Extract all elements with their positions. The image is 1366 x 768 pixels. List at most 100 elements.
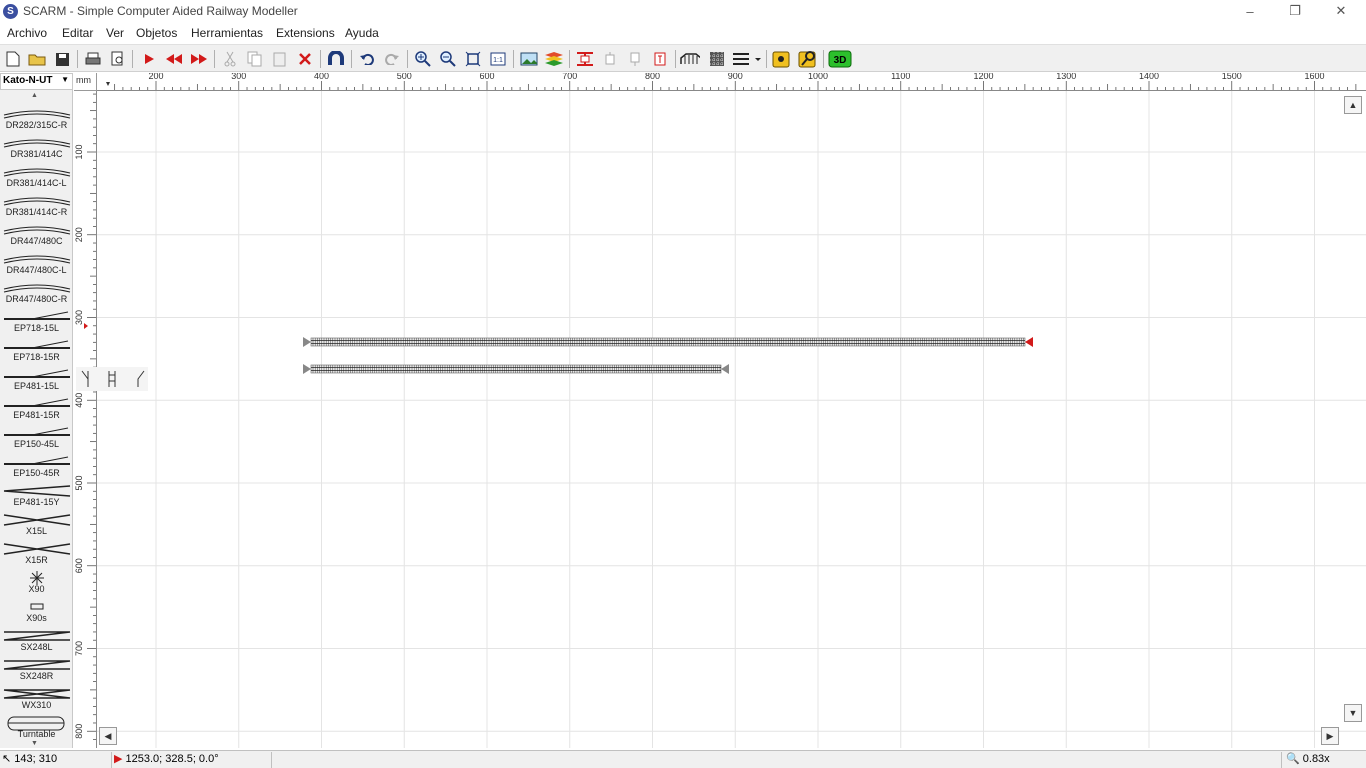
zoom-1to1-icon[interactable]: 1:1 [488,49,508,69]
copy-icon[interactable] [245,49,265,69]
menu-ayuda[interactable]: Ayuda [345,26,379,40]
library-item[interactable]: EP150-45L [0,423,72,452]
library-item[interactable]: SX248L [0,626,72,655]
run-icon[interactable] [139,49,159,69]
library-item[interactable]: EP481-15Y [0,481,72,510]
chevron-down-icon: ▼ [61,75,69,84]
measure-icon[interactable] [772,49,792,69]
menu-ver[interactable]: Ver [106,26,124,40]
menu-herramientas[interactable]: Herramientas [191,26,263,40]
library-item[interactable]: Turntable [0,713,72,742]
zoom-in-icon[interactable] [413,49,433,69]
library-item[interactable]: X15R [0,539,72,568]
background-image-icon[interactable] [519,49,539,69]
open-folder-icon[interactable] [27,49,47,69]
close-window-button[interactable]: ✕ [1318,0,1364,22]
scroll-down-button[interactable]: ▼ [1344,704,1362,722]
switch-right-icon[interactable] [128,369,148,389]
scroll-right-button[interactable]: ▶ [1321,727,1339,745]
ruler-label: 200 [74,227,84,242]
track-connect-icon[interactable] [575,49,595,69]
scroll-down-icon[interactable]: ▼ [31,740,38,747]
library-item[interactable]: EP481-15R [0,394,72,423]
restore-button[interactable]: ❐ [1272,0,1318,22]
layout-canvas[interactable] [97,91,1366,748]
library-item[interactable]: DR447/480C-R [0,278,72,307]
status-zoom: 0.83x [1302,753,1330,765]
print-icon[interactable] [83,49,103,69]
go-start-icon[interactable] [164,49,184,69]
library-item[interactable]: EP481-15L [0,365,72,394]
undo-icon[interactable] [357,49,377,69]
ruler-label: 600 [74,558,84,573]
library-item[interactable]: X90s [0,597,72,626]
grid-icon[interactable] [707,49,727,69]
menu-extensions[interactable]: Extensions [276,26,335,40]
new-file-icon[interactable] [3,49,23,69]
vertical-ruler: 100 200 300 400 500 600 700 800 [74,91,97,748]
scroll-left-button[interactable]: ◀ [99,727,117,745]
text-object-icon[interactable] [650,49,670,69]
redo-icon[interactable] [382,49,402,69]
lines-menu-icon[interactable] [731,49,763,69]
zoom-fit-icon[interactable] [463,49,483,69]
save-icon[interactable] [52,49,72,69]
scroll-up-icon[interactable]: ▲ [31,92,38,99]
library-item[interactable]: WX310 [0,684,72,713]
ruler-label: 1500 [1222,73,1242,81]
library-item[interactable]: DR381/414C [0,133,72,162]
measure-2-icon[interactable] [798,49,818,69]
track-tools-palette [76,367,148,391]
library-item-label: X90s [26,613,47,623]
track-section[interactable] [303,364,729,374]
library-item[interactable]: DR381/414C-R [0,191,72,220]
cut-icon[interactable] [220,49,240,69]
paste-icon[interactable] [270,49,290,69]
library-item[interactable]: DR447/480C [0,220,72,249]
library-item[interactable]: DR282/315C-R [0,104,72,133]
track-library-panel: ▲ DR282/315C-R DR381/414C DR381/414C-L DR38… [0,90,73,748]
ruler-label: 400 [74,393,84,408]
minimize-button[interactable]: – [1227,0,1273,22]
library-item[interactable]: SX248R [0,655,72,684]
library-item[interactable]: DR447/480C-L [0,249,72,278]
library-item-label: DR447/480C [10,236,63,246]
zoom-out-icon[interactable] [438,49,458,69]
scroll-up-button[interactable]: ▲ [1344,96,1362,114]
track-section[interactable] [303,337,1033,347]
bridge-icon[interactable] [680,49,700,69]
go-end-icon[interactable] [189,49,209,69]
ruler-object-2-icon[interactable] [625,49,645,69]
3d-view-icon[interactable]: 3D [828,49,852,69]
print-preview-icon[interactable] [108,49,128,69]
switch-left-icon[interactable] [78,369,98,389]
ruler-label: 1300 [1056,73,1076,81]
menu-archivo[interactable]: Archivo [7,26,47,40]
menu-editar[interactable]: Editar [62,26,93,40]
library-item[interactable]: EP150-45R [0,452,72,481]
layers-icon[interactable] [544,49,564,69]
library-item[interactable]: EP718-15R [0,336,72,365]
library-item[interactable]: X90 [0,568,72,597]
library-item[interactable]: EP718-15L [0,307,72,336]
toolbar: 1:1 3D [0,44,1366,72]
magnet-icon[interactable] [326,49,346,69]
menu-objetos[interactable]: Objetos [136,26,177,40]
library-item-label: EP718-15L [13,323,60,333]
ruler-object-icon[interactable] [600,49,620,69]
track-straight-icon[interactable] [103,369,123,389]
library-item[interactable]: X15L [0,510,72,539]
library-select[interactable]: Kato-N-UT ▼ [0,73,73,90]
library-item-label: SX248L [20,642,53,652]
library-item-label: Turntable [17,729,56,739]
window-title: SCARM - Simple Computer Aided Railway Mo… [23,4,298,18]
library-item[interactable]: DR381/414C-L [0,162,72,191]
ruler-label: 200 [148,73,163,81]
app-logo-icon: S [3,4,18,19]
library-item-label: DR381/414C-R [5,207,68,217]
library-select-value: Kato-N-UT [3,75,53,86]
library-item-label: WX310 [21,700,52,710]
library-item-label: EP481-15L [13,381,60,391]
delete-icon[interactable] [295,49,315,69]
ruler-label: 500 [397,73,412,81]
